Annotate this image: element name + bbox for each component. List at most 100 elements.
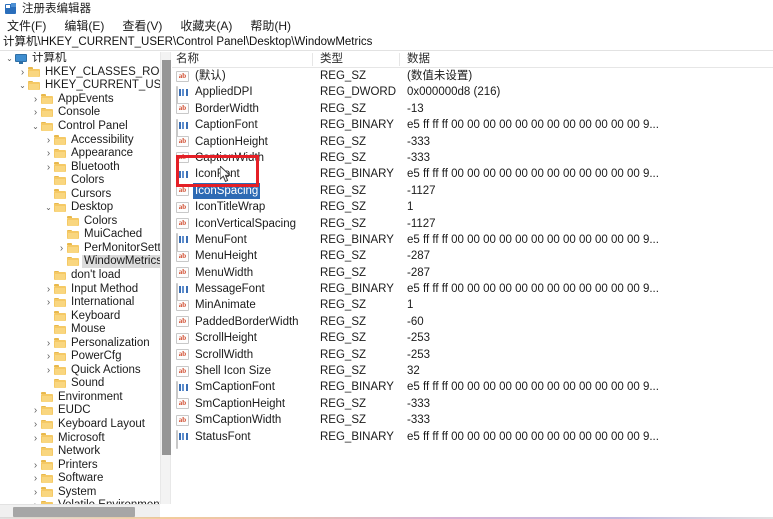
table-row[interactable]: ab ScrollHeight REG_SZ -253: [172, 330, 773, 346]
tree-item-appearance[interactable]: › Appearance: [0, 147, 160, 161]
tree-item-environment[interactable]: Environment: [0, 391, 160, 405]
value-name: IconVerticalSpacing: [195, 217, 297, 230]
tree-item-microsoft[interactable]: › Microsoft: [0, 431, 160, 445]
table-row[interactable]: ab CaptionHeight REG_SZ -333: [172, 134, 773, 150]
tree-item-personalization[interactable]: › Personalization: [0, 336, 160, 350]
table-row[interactable]: ab IconSpacing REG_SZ -1127: [172, 182, 773, 199]
tree-item-powercfg[interactable]: › PowerCfg: [0, 350, 160, 364]
tree-item-network[interactable]: Network: [0, 445, 160, 459]
chevron-right-icon[interactable]: ›: [30, 418, 41, 431]
table-row[interactable]: ab CaptionWidth REG_SZ -333: [172, 150, 773, 166]
table-row[interactable]: ab ScrollWidth REG_SZ -253: [172, 347, 773, 363]
column-separator[interactable]: [312, 53, 313, 66]
menu-item-5[interactable]: 帮助(H): [250, 18, 291, 35]
tree-item-appevents[interactable]: › AppEvents: [0, 93, 160, 107]
tree-item-permonitorsettin[interactable]: › PerMonitorSettin: [0, 242, 160, 256]
chevron-right-icon[interactable]: ›: [43, 350, 54, 363]
chevron-right-icon[interactable]: ›: [30, 459, 41, 472]
table-row[interactable]: ab MenuHeight REG_SZ -287: [172, 248, 773, 264]
tree-item-colors[interactable]: Colors: [0, 174, 160, 188]
tree-item-quick-actions[interactable]: › Quick Actions: [0, 364, 160, 378]
chevron-right-icon[interactable]: ›: [43, 147, 54, 160]
chevron-right-icon[interactable]: ›: [17, 66, 28, 79]
chevron-right-icon[interactable]: ›: [30, 93, 41, 106]
table-row[interactable]: CaptionFont REG_BINARY e5 ff ff ff 00 00 0…: [172, 117, 773, 138]
chevron-right-icon[interactable]: ›: [43, 134, 54, 147]
string-value-icon: ab: [176, 201, 189, 213]
tree-item-control-panel[interactable]: ⌄ Control Panel: [0, 120, 160, 134]
tree-vscroll-thumb[interactable]: [162, 60, 171, 455]
tree-item-[interactable]: ⌄ 计算机: [0, 52, 160, 66]
table-row[interactable]: AppliedDPI REG_DWORD 0x000000d8 (216): [172, 84, 773, 105]
tree-item-windowmetrics[interactable]: WindowMetrics: [0, 255, 160, 269]
table-row[interactable]: ab (默认) REG_SZ (数值未设置): [172, 68, 773, 84]
tree-item-printers[interactable]: › Printers: [0, 458, 160, 472]
column-header-3[interactable]: 数据: [407, 52, 430, 67]
tree-item-accessibility[interactable]: › Accessibility: [0, 133, 160, 147]
tree-item-software[interactable]: › Software: [0, 472, 160, 486]
column-separator[interactable]: [399, 53, 400, 66]
chevron-right-icon[interactable]: ›: [30, 106, 41, 119]
chevron-down-icon[interactable]: ⌄: [43, 203, 54, 212]
table-row[interactable]: ab SmCaptionWidth REG_SZ -333: [172, 412, 773, 428]
menu-item-2[interactable]: 编辑(E): [64, 18, 104, 35]
table-row[interactable]: ab BorderWidth REG_SZ -13: [172, 101, 773, 117]
chevron-right-icon[interactable]: ›: [43, 337, 54, 350]
table-row[interactable]: MenuFont REG_BINARY e5 ff ff ff 00 00 00 0…: [172, 232, 773, 253]
tree-item-sound[interactable]: Sound: [0, 377, 160, 391]
tree-item-hkey-classes-root[interactable]: › HKEY_CLASSES_ROOT: [0, 66, 160, 80]
table-row[interactable]: SmCaptionFont REG_BINARY e5 ff ff ff 00 00…: [172, 379, 773, 400]
menu-item-1[interactable]: 文件(F): [7, 18, 46, 35]
tree-item-keyboard-layout[interactable]: › Keyboard Layout: [0, 418, 160, 432]
table-row[interactable]: ab MenuWidth REG_SZ -287: [172, 265, 773, 281]
tree-item-input-method[interactable]: › Input Method: [0, 282, 160, 296]
tree-item-muicached[interactable]: MuiCached: [0, 228, 160, 242]
tree-item-bluetooth[interactable]: › Bluetooth: [0, 160, 160, 174]
tree-item-desktop[interactable]: ⌄ Desktop: [0, 201, 160, 215]
tree-horizontal-scrollbar[interactable]: [0, 504, 160, 518]
chevron-right-icon[interactable]: ›: [43, 283, 54, 296]
tree-item-console[interactable]: › Console: [0, 106, 160, 120]
value-type: REG_SZ: [320, 315, 367, 328]
chevron-right-icon[interactable]: ›: [43, 161, 54, 174]
table-row[interactable]: MessageFont REG_BINARY e5 ff ff ff 00 00 0…: [172, 281, 773, 302]
column-header-2[interactable]: 类型: [320, 52, 343, 67]
table-row[interactable]: ab IconTitleWrap REG_SZ 1: [172, 199, 773, 215]
chevron-down-icon[interactable]: ⌄: [4, 54, 15, 63]
table-row[interactable]: IconFont REG_BINARY e5 ff ff ff 00 00 00 0…: [172, 166, 773, 187]
tree-item-don-t-load[interactable]: don't load: [0, 269, 160, 283]
chevron-right-icon[interactable]: ›: [56, 242, 67, 255]
menu-item-4[interactable]: 收藏夹(A): [180, 18, 232, 35]
tree-item-colors[interactable]: Colors: [0, 215, 160, 229]
menu-item-3[interactable]: 查看(V): [122, 18, 162, 35]
tree-item-international[interactable]: › International: [0, 296, 160, 310]
value-name: MenuFont: [195, 233, 247, 246]
table-row[interactable]: StatusFont REG_BINARY e5 ff ff ff 00 00 00…: [172, 429, 773, 450]
chevron-right-icon[interactable]: ›: [43, 296, 54, 309]
table-row[interactable]: ab PaddedBorderWidth REG_SZ -60: [172, 314, 773, 330]
tree-item-system[interactable]: › System: [0, 486, 160, 500]
address-bar[interactable]: 计算机\HKEY_CURRENT_USER\Control Panel\Desk…: [0, 35, 773, 51]
registry-tree[interactable]: ⌄ 计算机 › HKEY_CLASSES_ROOT ⌄ HKEY_CURRENT_USER…: [0, 52, 160, 504]
table-row[interactable]: ab MinAnimate REG_SZ 1: [172, 297, 773, 313]
chevron-right-icon[interactable]: ›: [30, 432, 41, 445]
tree-hscroll-thumb[interactable]: [13, 507, 135, 517]
table-row[interactable]: ab IconVerticalSpacing REG_SZ -1127: [172, 216, 773, 232]
chevron-right-icon[interactable]: ›: [30, 472, 41, 485]
chevron-right-icon[interactable]: ›: [30, 486, 41, 499]
tree-item-keyboard[interactable]: Keyboard: [0, 309, 160, 323]
chevron-right-icon[interactable]: ›: [30, 404, 41, 417]
tree-item-cursors[interactable]: Cursors: [0, 187, 160, 201]
table-row[interactable]: ab SmCaptionHeight REG_SZ -333: [172, 396, 773, 412]
column-header-1[interactable]: 名称: [176, 52, 199, 67]
tree-item-label: Console: [58, 106, 101, 119]
tree-vertical-scrollbar[interactable]: [160, 52, 171, 504]
table-row[interactable]: ab Shell Icon Size REG_SZ 32: [172, 363, 773, 379]
registry-values-list[interactable]: 名称 类型 数据 ab (默认) REG_SZ (数值未设置) AppliedDPI REG_…: [172, 52, 773, 519]
tree-item-hkey-current-user[interactable]: ⌄ HKEY_CURRENT_USER: [0, 79, 160, 93]
chevron-down-icon[interactable]: ⌄: [30, 122, 41, 131]
tree-item-eudc[interactable]: › EUDC: [0, 404, 160, 418]
chevron-right-icon[interactable]: ›: [43, 364, 54, 377]
tree-item-mouse[interactable]: Mouse: [0, 323, 160, 337]
chevron-down-icon[interactable]: ⌄: [17, 81, 28, 90]
